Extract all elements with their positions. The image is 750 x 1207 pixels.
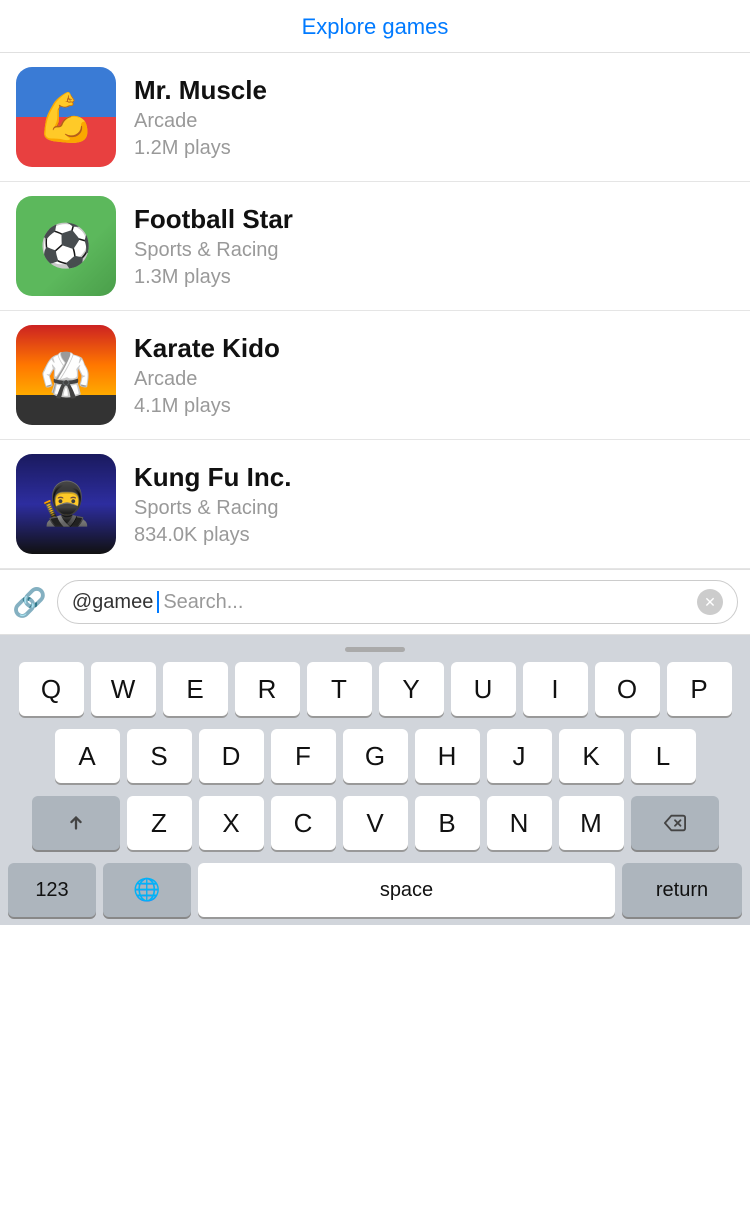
key-q[interactable]: Q: [19, 662, 84, 716]
key-v[interactable]: V: [343, 796, 408, 850]
search-input-wrapper[interactable]: @gamee Search... ✕: [57, 580, 738, 624]
keyboard-row-2: A S D F G H J K L: [4, 729, 746, 783]
game-plays-karate-kido: 4.1M plays: [134, 395, 280, 418]
game-thumb-karate-kido: [16, 325, 116, 425]
game-info-football-star: Football Star Sports & Racing 1.3M plays: [134, 204, 293, 289]
key-b[interactable]: B: [415, 796, 480, 850]
game-list: Mr. Muscle Arcade 1.2M plays Football St…: [0, 53, 750, 569]
game-item-mr-muscle[interactable]: Mr. Muscle Arcade 1.2M plays: [0, 53, 750, 182]
search-placeholder: Search...: [163, 591, 243, 614]
key-z[interactable]: Z: [127, 796, 192, 850]
game-category-kung-fu-inc: Sports & Racing: [134, 497, 291, 520]
game-info-kung-fu-inc: Kung Fu Inc. Sports & Racing 834.0K play…: [134, 462, 291, 547]
game-plays-kung-fu-inc: 834.0K plays: [134, 524, 291, 547]
key-n[interactable]: N: [487, 796, 552, 850]
game-plays-football-star: 1.3M plays: [134, 266, 293, 289]
key-y[interactable]: Y: [379, 662, 444, 716]
key-p[interactable]: P: [667, 662, 732, 716]
game-info-mr-muscle: Mr. Muscle Arcade 1.2M plays: [134, 75, 267, 160]
keyboard-row-3: Z X C V B N M: [4, 796, 746, 850]
game-thumb-football-star: [16, 196, 116, 296]
game-item-football-star[interactable]: Football Star Sports & Racing 1.3M plays: [0, 182, 750, 311]
key-return[interactable]: return: [622, 863, 742, 917]
key-l[interactable]: L: [631, 729, 696, 783]
key-k[interactable]: K: [559, 729, 624, 783]
keyboard-row-4: 123 🌐 space return: [8, 863, 742, 917]
game-category-football-star: Sports & Racing: [134, 239, 293, 262]
key-s[interactable]: S: [127, 729, 192, 783]
game-name-karate-kido: Karate Kido: [134, 333, 280, 364]
key-g[interactable]: G: [343, 729, 408, 783]
key-w[interactable]: W: [91, 662, 156, 716]
key-x[interactable]: X: [199, 796, 264, 850]
game-name-football-star: Football Star: [134, 204, 293, 235]
key-u[interactable]: U: [451, 662, 516, 716]
game-thumb-kung-fu-inc: [16, 454, 116, 554]
key-j[interactable]: J: [487, 729, 552, 783]
game-item-kung-fu-inc[interactable]: Kung Fu Inc. Sports & Racing 834.0K play…: [0, 440, 750, 569]
key-delete[interactable]: [631, 796, 719, 850]
key-globe[interactable]: 🌐: [103, 863, 191, 917]
key-h[interactable]: H: [415, 729, 480, 783]
game-item-karate-kido[interactable]: Karate Kido Arcade 4.1M plays: [0, 311, 750, 440]
key-e[interactable]: E: [163, 662, 228, 716]
keyboard: Q W E R T Y U I O P A S D F G H J K L Z …: [0, 635, 750, 925]
key-r[interactable]: R: [235, 662, 300, 716]
clear-icon-symbol: ✕: [704, 594, 716, 611]
text-cursor: [157, 591, 159, 613]
key-o[interactable]: O: [595, 662, 660, 716]
key-space[interactable]: space: [198, 863, 615, 917]
explore-header: Explore games: [0, 0, 750, 53]
keyboard-row-1: Q W E R T Y U I O P: [4, 662, 746, 716]
key-a[interactable]: A: [55, 729, 120, 783]
keyboard-drag-handle: [345, 647, 405, 652]
key-t[interactable]: T: [307, 662, 372, 716]
key-f[interactable]: F: [271, 729, 336, 783]
attachment-icon[interactable]: 🔗: [12, 586, 47, 619]
clear-search-button[interactable]: ✕: [697, 589, 723, 615]
key-i[interactable]: I: [523, 662, 588, 716]
game-name-kung-fu-inc: Kung Fu Inc.: [134, 462, 291, 493]
game-plays-mr-muscle: 1.2M plays: [134, 137, 267, 160]
game-info-karate-kido: Karate Kido Arcade 4.1M plays: [134, 333, 280, 418]
key-d[interactable]: D: [199, 729, 264, 783]
game-name-mr-muscle: Mr. Muscle: [134, 75, 267, 106]
game-category-karate-kido: Arcade: [134, 368, 280, 391]
key-123[interactable]: 123: [8, 863, 96, 917]
globe-icon: 🌐: [133, 877, 160, 903]
key-shift[interactable]: [32, 796, 120, 850]
search-prefix: @gamee: [72, 591, 153, 614]
key-c[interactable]: C: [271, 796, 336, 850]
explore-games-link[interactable]: Explore games: [302, 14, 449, 39]
game-category-mr-muscle: Arcade: [134, 110, 267, 133]
game-thumb-mr-muscle: [16, 67, 116, 167]
key-m[interactable]: M: [559, 796, 624, 850]
search-bar-container: 🔗 @gamee Search... ✕: [0, 569, 750, 635]
